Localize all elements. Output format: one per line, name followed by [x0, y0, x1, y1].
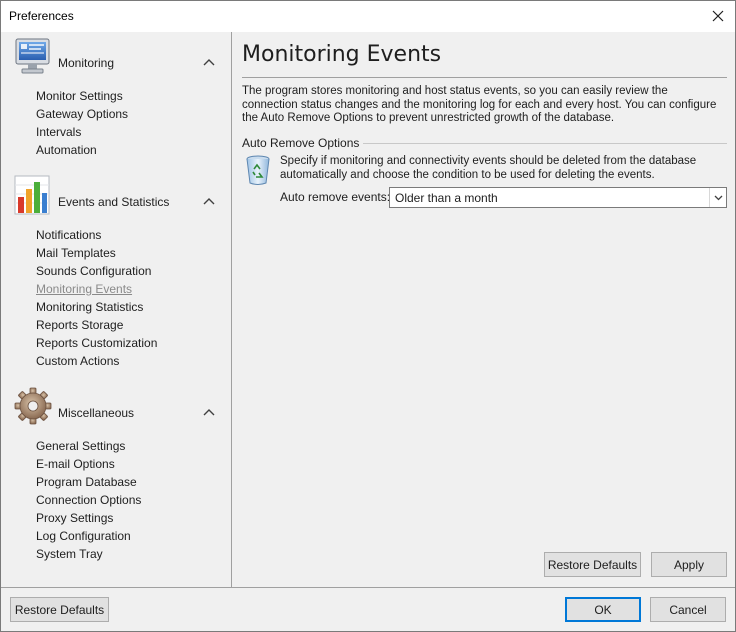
sidebar-item-monitoring-events[interactable]: Monitoring Events [36, 280, 157, 298]
restore-defaults-page-button[interactable]: Restore Defaults [544, 552, 641, 577]
bar-chart-icon [14, 175, 50, 215]
sidebar-item-program-database[interactable]: Program Database [36, 473, 141, 491]
description-line: connection status changes and the monito… [242, 98, 717, 111]
chevron-up-icon[interactable] [201, 406, 217, 418]
sidebar-item-email-options[interactable]: E-mail Options [36, 455, 141, 473]
apply-button[interactable]: Apply [651, 552, 727, 577]
group-items-events-statistics: Notifications Mail Templates Sounds Conf… [36, 226, 157, 370]
title-bar: Preferences [1, 1, 735, 32]
sidebar-item-custom-actions[interactable]: Custom Actions [36, 352, 157, 370]
description-line: The program stores monitoring and host s… [242, 85, 668, 97]
sidebar-item-gateway-options[interactable]: Gateway Options [36, 105, 128, 123]
sidebar-item-sounds-configuration[interactable]: Sounds Configuration [36, 262, 157, 280]
ok-button[interactable]: OK [565, 597, 641, 622]
sidebar-item-automation[interactable]: Automation [36, 141, 128, 159]
title-divider [242, 77, 727, 78]
sidebar-item-intervals[interactable]: Intervals [36, 123, 128, 141]
chevron-down-icon [714, 195, 722, 200]
sidebar-item-general-settings[interactable]: General Settings [36, 437, 141, 455]
section-title: Auto Remove Options [242, 136, 364, 150]
sidebar-item-reports-storage[interactable]: Reports Storage [36, 316, 157, 334]
sidebar-item-proxy-settings[interactable]: Proxy Settings [36, 509, 141, 527]
sidebar-item-system-tray[interactable]: System Tray [36, 545, 141, 563]
section-description: Specify if monitoring and connectivity e… [280, 155, 730, 182]
sidebar: Monitoring Monitor Settings Gateway Opti… [1, 32, 232, 587]
sidebar-item-log-configuration[interactable]: Log Configuration [36, 527, 141, 545]
dialog-footer: Restore Defaults OK Cancel [1, 587, 735, 631]
select-dropdown-button[interactable] [709, 188, 726, 207]
sidebar-item-connection-options[interactable]: Connection Options [36, 491, 141, 509]
group-title-miscellaneous: Miscellaneous [58, 406, 135, 420]
content-panel: Monitoring Events The program stores mon… [233, 32, 735, 587]
section-description-line: Specify if monitoring and connectivity e… [280, 155, 697, 167]
group-header-monitoring[interactable]: Monitoring [1, 36, 231, 80]
window-title: Preferences [9, 9, 74, 23]
sidebar-item-mail-templates[interactable]: Mail Templates [36, 244, 157, 262]
sidebar-item-notifications[interactable]: Notifications [36, 226, 157, 244]
description-line: the Auto Remove Options to prevent unres… [242, 112, 615, 124]
auto-remove-select-value: Older than a month [395, 191, 498, 205]
auto-remove-select[interactable]: Older than a month [389, 187, 727, 208]
restore-defaults-button[interactable]: Restore Defaults [10, 597, 109, 622]
chevron-up-icon[interactable] [201, 56, 217, 68]
sidebar-item-monitoring-statistics[interactable]: Monitoring Statistics [36, 298, 157, 316]
auto-remove-label: Auto remove events: [280, 190, 391, 204]
group-title-events-statistics: Events and Statistics [58, 195, 170, 209]
close-icon [712, 10, 724, 22]
group-items-monitoring: Monitor Settings Gateway Options Interva… [36, 87, 128, 159]
cancel-button[interactable]: Cancel [650, 597, 726, 622]
sidebar-item-monitor-settings[interactable]: Monitor Settings [36, 87, 128, 105]
gear-icon [14, 387, 52, 425]
preferences-window: Preferences Monitoring Monitor Settings … [0, 0, 736, 632]
section-header-auto-remove: Auto Remove Options [242, 136, 727, 150]
sidebar-item-reports-customization[interactable]: Reports Customization [36, 334, 157, 352]
page-title: Monitoring Events [242, 42, 442, 67]
group-items-miscellaneous: General Settings E-mail Options Program … [36, 437, 141, 563]
group-header-miscellaneous[interactable]: Miscellaneous [1, 386, 231, 430]
close-button[interactable] [701, 1, 735, 31]
group-header-events-statistics[interactable]: Events and Statistics [1, 175, 231, 219]
chevron-up-icon[interactable] [201, 195, 217, 207]
recycle-bin-icon [246, 155, 270, 185]
section-description-line: automatically and choose the condition t… [280, 168, 655, 181]
monitor-icon [15, 38, 50, 74]
group-title-monitoring: Monitoring [58, 56, 115, 70]
page-description: The program stores monitoring and host s… [242, 85, 732, 126]
